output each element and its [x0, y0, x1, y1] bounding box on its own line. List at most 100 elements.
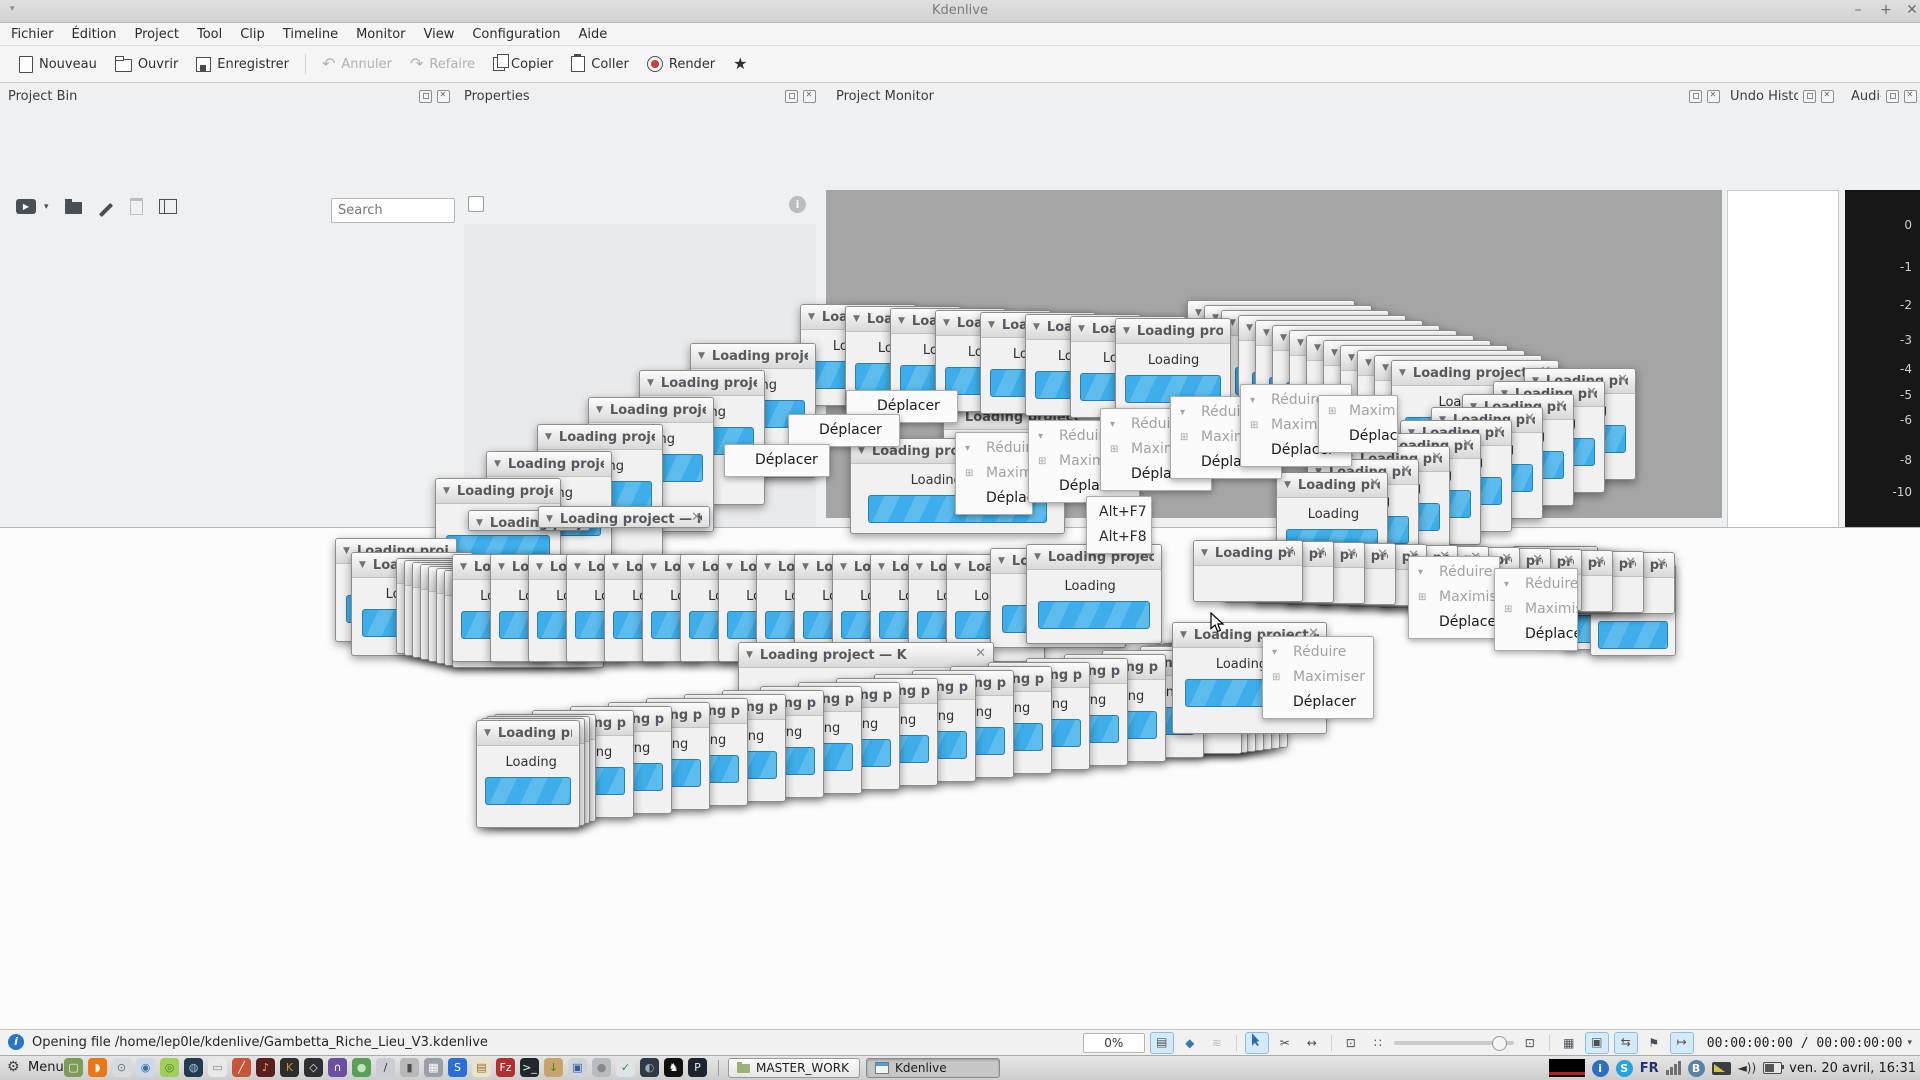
dialog-close-icon[interactable]: ✕	[691, 510, 702, 525]
zoom-fit-button[interactable]: ⊡	[1519, 1033, 1541, 1053]
chevron-down-icon[interactable]: ▾	[1907, 1038, 1912, 1048]
menu-item-maximiser[interactable]: ⊞Maximiser	[1263, 665, 1373, 690]
chevron-down-icon[interactable]: ▼	[536, 562, 543, 572]
sphere-icon[interactable]: ◐	[640, 1058, 659, 1077]
paint-icon[interactable]: ╱	[232, 1058, 251, 1077]
menu-item-reduire[interactable]: ▾Réduire	[1495, 572, 1577, 597]
chevron-down-icon[interactable]: ▼	[545, 432, 552, 442]
dialog-titlebar[interactable]: ▼Loading project — K	[477, 721, 579, 746]
menu-item-shortcut[interactable]: Alt+F7	[1087, 500, 1151, 525]
menu-item-maximiser[interactable]: ⊞Maximiser	[956, 461, 1032, 486]
chevron-down-icon[interactable]: ▼	[1331, 348, 1338, 358]
dialog-titlebar[interactable]: ▼Loading project — K	[538, 425, 662, 450]
dialog-titlebar[interactable]: ▼Loading project — K✕	[1277, 473, 1387, 498]
menu-item-reduire[interactable]: ▾Réduire	[956, 436, 1032, 461]
dialog-close-icon[interactable]: ✕	[975, 646, 986, 661]
virtualbox-icon[interactable]: ▣	[568, 1058, 587, 1077]
chevron-down-icon[interactable]: ▼	[1382, 363, 1389, 373]
chevron-down-icon[interactable]: ▼	[343, 546, 350, 556]
chevron-down-icon[interactable]: ▼	[858, 446, 865, 456]
chevron-down-icon[interactable]: ▼	[1033, 322, 1040, 332]
chevron-down-icon[interactable]: ▼	[688, 562, 695, 572]
chevron-down-icon[interactable]: ▼	[802, 562, 809, 572]
chevron-down-icon[interactable]: ▼	[1314, 343, 1321, 353]
media-icon[interactable]: ▮	[400, 1058, 419, 1077]
ball-icon[interactable]: ●	[592, 1058, 611, 1077]
chevron-down-icon[interactable]: ▼	[574, 562, 581, 572]
menu-item-maximiser[interactable]: ⊞Maximiser	[1409, 585, 1499, 610]
chevron-down-icon[interactable]: ▼	[808, 312, 815, 322]
menu-item-deplacer[interactable]: Déplacer	[956, 486, 1032, 511]
menu-item-reduire[interactable]: ▾Réduire	[1409, 560, 1499, 585]
taskbar-menu-button[interactable]: Menu	[28, 1060, 64, 1075]
spacer-tool-button[interactable]: ↔	[1301, 1033, 1323, 1053]
package-icon[interactable]: ↓	[544, 1058, 563, 1077]
dialog-titlebar[interactable]: ▼Loading project — K	[1116, 319, 1230, 344]
dialog-titlebar[interactable]: ▼Loading project — K	[487, 452, 611, 477]
bluetooth-icon[interactable]: B	[1688, 1060, 1705, 1077]
chevron-down-icon[interactable]: ▼	[1280, 333, 1287, 343]
show-desktop-icon[interactable]: ▢	[64, 1058, 83, 1077]
split-audio-button[interactable]: ▣	[1585, 1032, 1609, 1054]
gear-icon[interactable]: ⚙	[7, 1059, 20, 1075]
notifications-icon[interactable]: i	[1592, 1060, 1609, 1077]
loading-dialog-window[interactable]: ▼Loading project — K✕	[1193, 540, 1303, 602]
unity-icon[interactable]: ◇	[304, 1058, 323, 1077]
headphones-icon[interactable]: ∩	[328, 1058, 347, 1077]
skype-icon[interactable]: S	[1616, 1060, 1633, 1077]
show-markers-button[interactable]: ≋	[1206, 1033, 1228, 1053]
chevron-down-icon[interactable]: ▼	[1034, 552, 1041, 562]
amor-icon[interactable]: ◎	[160, 1058, 179, 1077]
chevron-down-icon[interactable]: ▼	[840, 562, 847, 572]
loading-dialog-window[interactable]: ▼Loading project — K✕	[538, 506, 710, 528]
menu-item-deplacer[interactable]: Déplacer	[1409, 610, 1499, 635]
show-video-thumbnails-button[interactable]: ▤	[1150, 1032, 1174, 1054]
chevron-down-icon[interactable]: ▼	[1078, 324, 1085, 334]
chevron-down-icon[interactable]: ▼	[596, 405, 603, 415]
smplayer-icon[interactable]: S	[448, 1058, 467, 1077]
dialog-close-icon[interactable]: ✕	[1377, 547, 1388, 562]
dialog-titlebar[interactable]: ▼Loading project — K✕	[539, 507, 709, 528]
clock[interactable]: ven. 20 avril, 16:31	[1789, 1061, 1916, 1076]
chevron-down-icon[interactable]: ▼	[359, 560, 366, 570]
chevron-down-icon[interactable]: ▼	[764, 562, 771, 572]
dialog-close-icon[interactable]: ✕	[1431, 450, 1442, 465]
chevron-down-icon[interactable]: ▼	[1399, 368, 1406, 378]
volume-icon[interactable]: ◄))	[1738, 1061, 1757, 1075]
messenger-icon[interactable]: ⊙	[112, 1058, 131, 1077]
chevron-down-icon[interactable]: ▼	[1284, 480, 1291, 490]
dialog-close-icon[interactable]: ✕	[1617, 372, 1628, 387]
display-settings-icon[interactable]	[1712, 1062, 1731, 1075]
dialog-titlebar[interactable]: ▼Loading project — K✕	[739, 643, 993, 668]
dialog-close-icon[interactable]: ✕	[1524, 411, 1535, 426]
audio-tag-icon[interactable]: ♪	[256, 1058, 275, 1077]
firefox-icon[interactable]: ◗	[88, 1058, 107, 1077]
taskbar-window-kdenlive[interactable]: Kdenlive	[866, 1058, 1000, 1078]
menu-item-deplacer[interactable]: Déplacer	[789, 418, 899, 443]
chevron-down-icon[interactable]: ▼	[546, 514, 553, 524]
dialog-close-icon[interactable]: ✕	[1400, 463, 1411, 478]
menu-item-deplacer[interactable]: Déplacer	[725, 448, 829, 473]
chevron-down-icon[interactable]: ▼	[746, 650, 753, 660]
chess-icon[interactable]: ♞	[664, 1058, 683, 1077]
dialog-titlebar[interactable]: ▼Loading project — K✕	[1194, 541, 1302, 566]
menu-item-maximiser[interactable]: ⊞Maximiser	[1495, 597, 1577, 622]
dialog-close-icon[interactable]: ✕	[1501, 551, 1512, 566]
terminal-icon[interactable]: >_	[520, 1058, 539, 1077]
calculator-icon[interactable]: ▦	[424, 1058, 443, 1077]
menu-item-deplacer[interactable]: Déplacer	[1319, 424, 1397, 449]
dialog-close-icon[interactable]: ✕	[1369, 476, 1380, 491]
pdf-icon[interactable]: P	[688, 1058, 707, 1077]
slider-handle[interactable]	[1492, 1036, 1507, 1051]
dialog-close-icon[interactable]: ✕	[1284, 544, 1295, 559]
chevron-down-icon[interactable]: ▼	[1123, 326, 1130, 336]
system-monitor-widget[interactable]	[1549, 1059, 1585, 1077]
eye-icon[interactable]: ◉	[136, 1058, 155, 1077]
notes-icon[interactable]: ▤	[472, 1058, 491, 1077]
chevron-down-icon[interactable]: ▼	[460, 562, 467, 572]
dialog-close-icon[interactable]: ✕	[1563, 553, 1574, 568]
dialog-titlebar[interactable]: ▼Loading project — K	[589, 398, 713, 423]
globe-icon[interactable]: ◍	[184, 1058, 203, 1077]
chevron-down-icon[interactable]: ▼	[998, 556, 1005, 566]
chevron-down-icon[interactable]: ▼	[1201, 548, 1208, 558]
